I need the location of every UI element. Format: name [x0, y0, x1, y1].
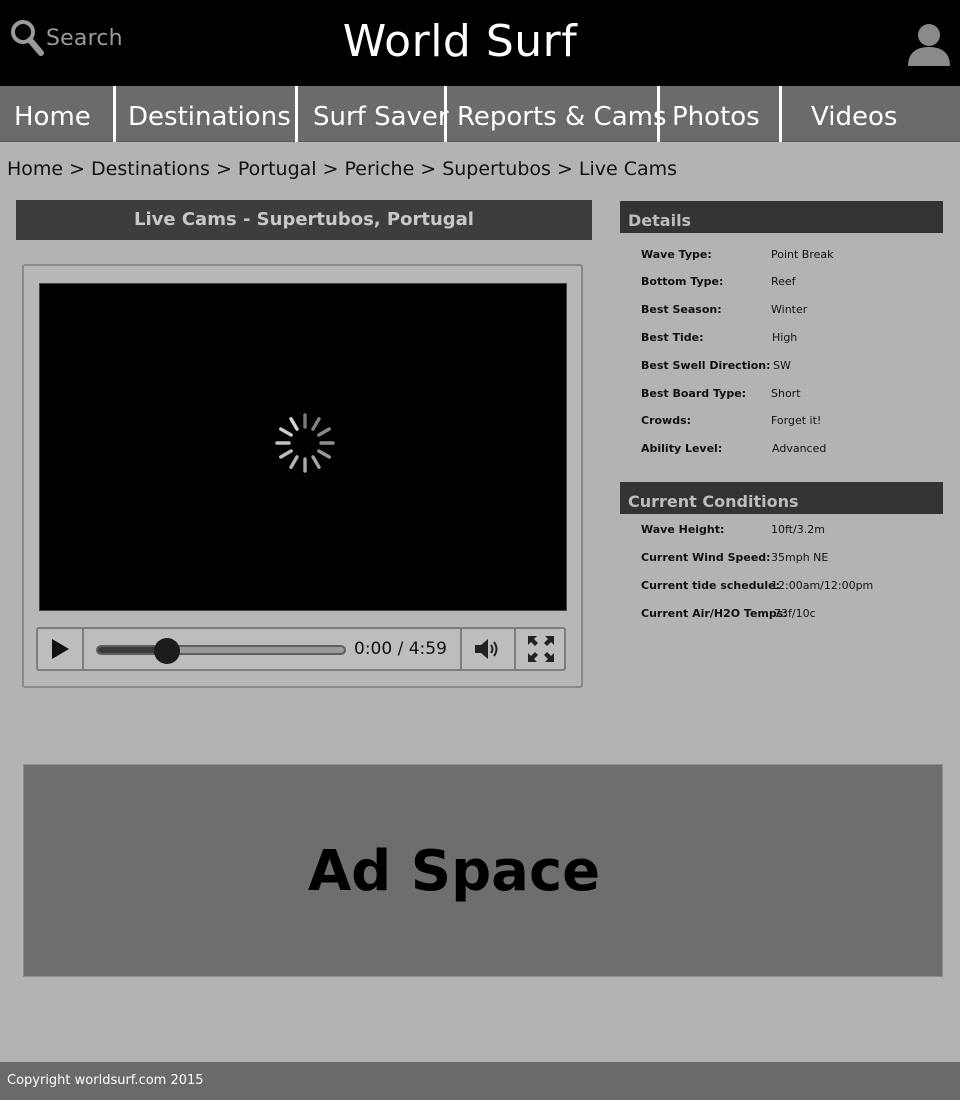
nav-item-photos[interactable]: Photos	[672, 86, 760, 142]
volume-button[interactable]	[462, 629, 514, 669]
nav-divider	[657, 86, 660, 142]
detail-value: Short	[771, 387, 801, 400]
copyright-text: Copyright worldsurf.com 2015	[7, 1073, 204, 1088]
detail-key: Ability Level:	[641, 442, 723, 455]
volume-icon	[475, 639, 498, 659]
player-controls: 0:00 / 4:59	[36, 627, 566, 671]
ad-space[interactable]: Ad Space	[23, 764, 943, 977]
detail-value: SW	[773, 359, 791, 372]
play-button[interactable]	[38, 629, 82, 669]
condition-value: 12:00am/12:00pm	[771, 579, 874, 592]
ad-label: Ad Space	[307, 839, 601, 904]
nav-item-destinations[interactable]: Destinations	[128, 86, 291, 142]
site-header: Search World Surf	[0, 0, 960, 86]
detail-key: Bottom Type:	[641, 275, 724, 288]
breadcrumb: Home > Destinations > Portugal > Periche > Super…	[7, 158, 677, 180]
play-icon	[52, 639, 69, 659]
control-divider	[82, 629, 84, 669]
breadcrumb-live-cams: Live Cams	[578, 158, 678, 180]
nav-item-reports-cams[interactable]: Reports & Cams	[457, 86, 667, 142]
main-nav: Home Destinations Surf Saver Reports & C…	[0, 86, 960, 142]
breadcrumb-separator: >	[322, 158, 339, 180]
breadcrumb-periche[interactable]: Periche	[345, 158, 415, 180]
nav-item-home[interactable]: Home	[14, 86, 91, 142]
detail-key: Best Swell Direction:	[641, 359, 771, 372]
condition-key: Current Air/H2O Temps:	[641, 607, 788, 620]
breadcrumb-home[interactable]: Home	[7, 158, 63, 180]
breadcrumb-separator: >	[556, 158, 573, 180]
detail-key: Best Season:	[641, 303, 722, 316]
cam-title: Live Cams - Supertubos, Portugal	[16, 200, 592, 240]
breadcrumb-supertubos[interactable]: Supertubos	[442, 158, 551, 180]
detail-value: Winter	[771, 303, 808, 316]
nav-divider	[444, 86, 447, 142]
breadcrumb-separator: >	[69, 158, 86, 180]
detail-key: Crowds:	[641, 414, 692, 427]
breadcrumb-portugal[interactable]: Portugal	[238, 158, 317, 180]
breadcrumb-destinations[interactable]: Destinations	[91, 158, 210, 180]
loading-spinner-icon	[275, 413, 335, 473]
video-screen[interactable]	[39, 283, 567, 611]
breadcrumb-separator: >	[215, 158, 232, 180]
details-heading: Details	[620, 201, 943, 233]
nav-divider	[113, 86, 116, 142]
seek-bar[interactable]	[96, 638, 346, 664]
site-title[interactable]: World Surf	[0, 16, 920, 67]
detail-value: Forget it!	[771, 414, 822, 427]
detail-value: Advanced	[772, 442, 827, 455]
conditions-heading: Current Conditions	[620, 482, 943, 514]
condition-value: 73f/10c	[774, 607, 816, 620]
nav-divider	[295, 86, 298, 142]
seek-thumb[interactable]	[153, 638, 180, 664]
user-icon[interactable]	[906, 22, 952, 66]
nav-item-videos[interactable]: Videos	[811, 86, 897, 142]
detail-key: Best Tide:	[641, 331, 704, 344]
breadcrumb-separator: >	[420, 158, 437, 180]
nav-divider	[779, 86, 782, 142]
condition-key: Current Wind Speed:	[641, 551, 771, 564]
detail-value: Point Break	[771, 248, 834, 261]
condition-key: Current tide schedule:	[641, 579, 781, 592]
video-player: 0:00 / 4:59	[22, 264, 583, 688]
fullscreen-icon	[528, 636, 554, 662]
footer: Copyright worldsurf.com 2015	[0, 1062, 960, 1100]
fullscreen-button[interactable]	[516, 629, 566, 669]
detail-key: Best Board Type:	[641, 387, 747, 400]
condition-value: 10ft/3.2m	[771, 523, 825, 536]
detail-key: Wave Type:	[641, 248, 712, 261]
detail-value: Reef	[771, 275, 796, 288]
condition-value: 35mph NE	[771, 551, 829, 564]
detail-value: High	[772, 331, 798, 344]
time-display: 0:00 / 4:59	[354, 639, 447, 659]
nav-item-surf-saver[interactable]: Surf Saver	[313, 86, 449, 142]
condition-key: Wave Height:	[641, 523, 725, 536]
